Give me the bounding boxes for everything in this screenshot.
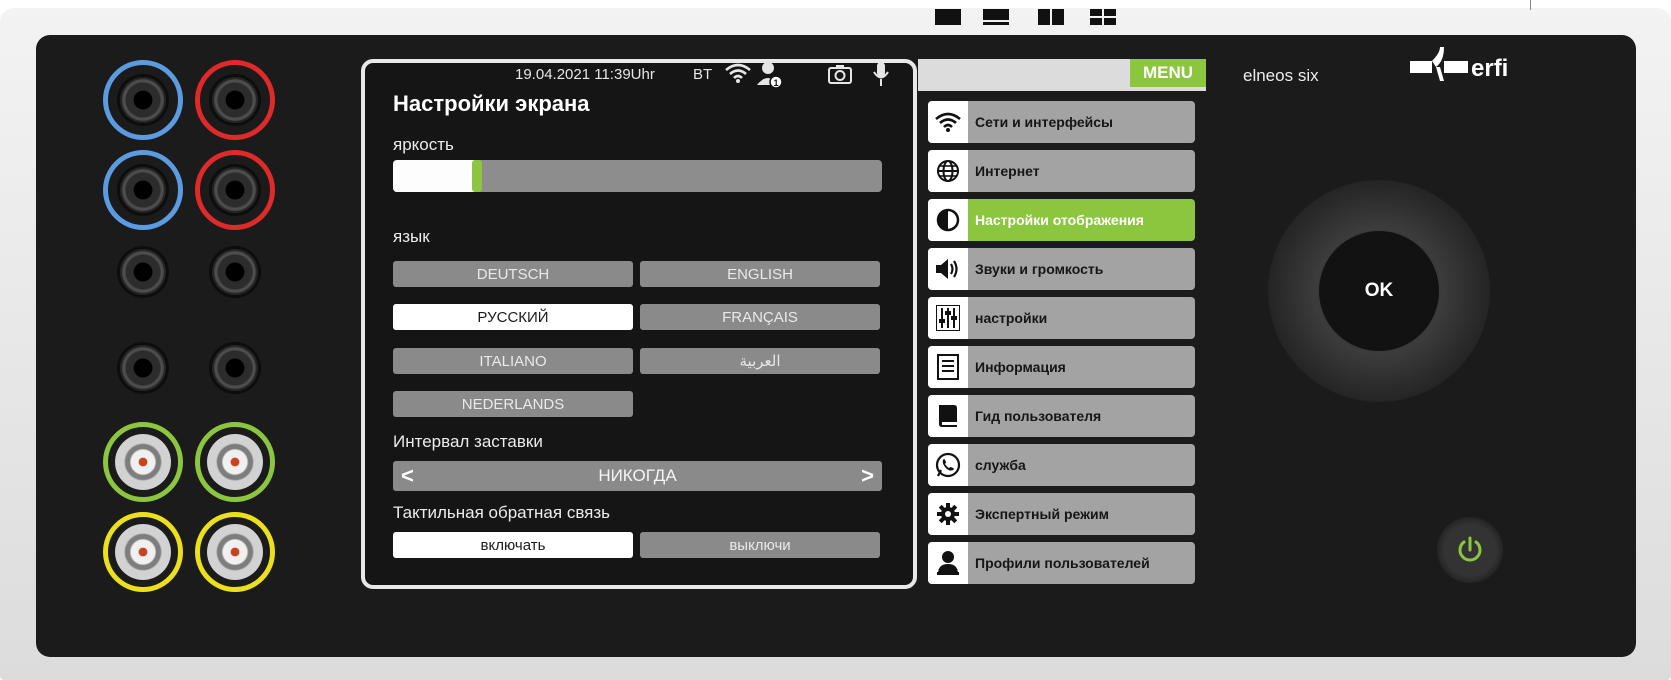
- jack-black-2: [195, 232, 275, 312]
- menu-item-label: Настройки отображения: [975, 212, 1144, 228]
- jack-red-2: [195, 150, 275, 230]
- phone-icon: [935, 452, 961, 478]
- menu-item-networks[interactable]: Сети и интерфейсы: [928, 101, 1195, 143]
- power-button[interactable]: [1437, 517, 1503, 583]
- menu-item-information[interactable]: Информация: [928, 346, 1195, 388]
- svg-text:1: 1: [773, 78, 778, 88]
- language-option-arabic[interactable]: العربية: [640, 348, 880, 374]
- menu-item-label: служба: [975, 457, 1026, 473]
- wifi-icon: [935, 112, 961, 132]
- gear-icon: [937, 503, 959, 525]
- language-option-french[interactable]: FRANÇAIS: [640, 304, 880, 330]
- language-option-italian[interactable]: ITALIANO: [393, 348, 633, 374]
- jack-black-3: [103, 328, 183, 408]
- menu-item-settings[interactable]: настройки: [928, 297, 1195, 339]
- layout-quad-icon[interactable]: [1090, 9, 1116, 25]
- menu-item-service[interactable]: служба: [928, 444, 1195, 486]
- language-option-english[interactable]: ENGLISH: [640, 261, 880, 287]
- brightness-slider-fill: [393, 160, 476, 192]
- menu-item-label: Гид пользователя: [975, 408, 1102, 424]
- menu-item-label: Интернет: [975, 163, 1040, 179]
- brightness-slider[interactable]: [393, 160, 882, 192]
- haptic-label: Тактильная обратная связь: [393, 503, 611, 522]
- ok-button[interactable]: OK: [1319, 231, 1439, 351]
- power-icon: [1458, 536, 1482, 562]
- screensaver-label: Интервал заставки: [393, 432, 543, 451]
- corner-mark: [1530, 0, 1531, 10]
- menu-item-display-settings[interactable]: Настройки отображения: [928, 199, 1195, 241]
- page-title: Настройки экрана: [393, 91, 590, 116]
- user-badge-icon: 1: [757, 62, 783, 89]
- menu-item-label: Информация: [975, 359, 1066, 375]
- menu-item-sounds[interactable]: Звуки и громкость: [928, 248, 1195, 290]
- language-option-deutsch[interactable]: DEUTSCH: [393, 261, 633, 287]
- layout-single-icon[interactable]: [935, 9, 961, 25]
- erfi-logo-icon: [1410, 47, 1468, 81]
- status-bluetooth: BT: [693, 66, 713, 83]
- user-icon: [937, 551, 959, 575]
- jack-blue-2: [103, 150, 183, 230]
- jack-red-1: [195, 60, 275, 140]
- menu-item-user-profiles[interactable]: Профили пользователей: [928, 542, 1195, 584]
- book-icon: [939, 405, 957, 427]
- microphone-icon[interactable]: [872, 61, 890, 87]
- menu-item-label: настройки: [975, 310, 1048, 326]
- wifi-icon: [725, 63, 751, 83]
- contrast-icon: [936, 208, 960, 232]
- menu-item-internet[interactable]: Интернет: [928, 150, 1195, 192]
- menu-tab[interactable]: MENU: [1130, 59, 1206, 87]
- menu-item-label: Экспертный режим: [975, 506, 1109, 522]
- device-model-label: elneos six: [1243, 66, 1319, 85]
- speaker-icon: [936, 259, 958, 279]
- haptic-off-button[interactable]: выключи: [640, 532, 880, 558]
- brand-name: erfi: [1471, 55, 1509, 82]
- layout-horizontal-split-icon[interactable]: [983, 9, 1009, 25]
- globe-icon: [937, 160, 959, 182]
- brightness-label: яркость: [393, 135, 454, 154]
- status-datetime: 19.04.2021 11:39Uhr: [515, 66, 655, 83]
- document-icon: [937, 354, 959, 380]
- language-option-russian[interactable]: РУССКИЙ: [393, 304, 633, 330]
- jack-black-4: [195, 328, 275, 408]
- sliders-icon: [936, 305, 960, 331]
- menu-item-label: Профили пользователей: [975, 555, 1150, 571]
- language-label: язык: [393, 227, 430, 246]
- bnc-jack-green-2: [195, 422, 275, 502]
- jack-blue-1: [103, 60, 183, 140]
- bnc-jack-green-1: [103, 422, 183, 502]
- language-option-dutch[interactable]: NEDERLANDS: [393, 391, 633, 417]
- menu-item-user-guide[interactable]: Гид пользователя: [928, 395, 1195, 437]
- jack-black-1: [103, 232, 183, 312]
- brightness-slider-thumb[interactable]: [472, 160, 482, 192]
- menu-item-expert-mode[interactable]: Экспертный режим: [928, 493, 1195, 535]
- menu-item-label: Сети и интерфейсы: [975, 114, 1114, 130]
- layout-vertical-split-icon[interactable]: [1038, 9, 1064, 25]
- screensaver-value: НИКОГДА: [598, 466, 677, 485]
- menu-item-label: Звуки и громкость: [975, 261, 1104, 277]
- screensaver-stepper: < НИКОГДА >: [393, 461, 882, 491]
- bnc-jack-yellow-2: [195, 512, 275, 592]
- bnc-jack-yellow-1: [103, 512, 183, 592]
- camera-icon[interactable]: [828, 64, 852, 84]
- haptic-on-button[interactable]: включать: [393, 532, 633, 558]
- screensaver-next-button[interactable]: >: [861, 463, 874, 489]
